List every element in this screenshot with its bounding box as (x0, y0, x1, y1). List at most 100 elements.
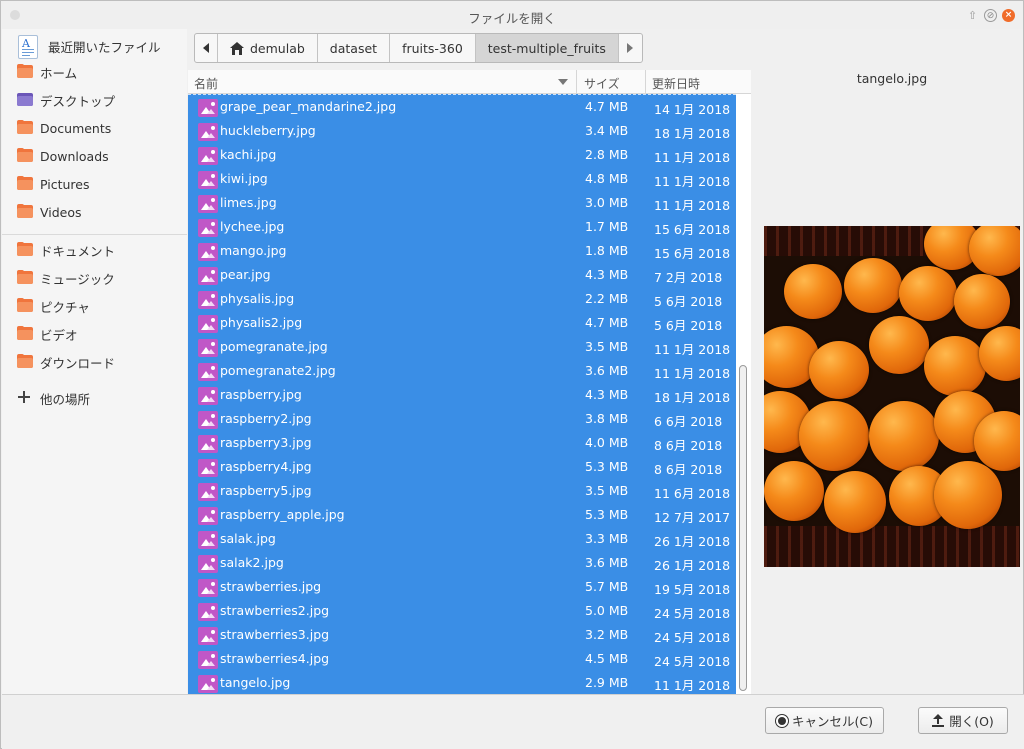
table-row[interactable]: strawberries.jpg 5.7 MB 19 5月 2018 (188, 575, 736, 599)
file-name: salak.jpg (220, 531, 276, 546)
upload-icon (932, 714, 945, 727)
file-size: 3.3 MB (585, 531, 629, 546)
sidebar-item-5[interactable]: Videos (2, 199, 187, 225)
keep-above-icon[interactable]: ⇧ (966, 9, 979, 22)
table-row[interactable]: pomegranate2.jpg 3.6 MB 11 1月 2018 (188, 359, 736, 383)
path-segment-home[interactable]: demulab (218, 34, 318, 62)
table-row[interactable]: limes.jpg 3.0 MB 11 1月 2018 (188, 191, 736, 215)
table-row[interactable]: mango.jpg 1.8 MB 15 6月 2018 (188, 239, 736, 263)
file-size: 1.8 MB (585, 243, 629, 258)
folder-icon (17, 148, 33, 162)
sidebar-item-3[interactable]: Downloads (2, 143, 187, 169)
window-title: ファイルを開く (468, 11, 556, 26)
cancel-button[interactable]: キャンセル(C) (765, 707, 884, 734)
table-row[interactable]: salak.jpg 3.3 MB 26 1月 2018 (188, 527, 736, 551)
folder-icon (17, 120, 33, 134)
table-row[interactable]: kiwi.jpg 4.8 MB 11 1月 2018 (188, 167, 736, 191)
file-size: 4.3 MB (585, 387, 629, 402)
image-file-icon (198, 675, 218, 693)
table-row[interactable]: raspberry4.jpg 5.3 MB 8 6月 2018 (188, 455, 736, 479)
file-modified: 7 2月 2018 (654, 270, 723, 285)
path-forward-button[interactable] (619, 34, 642, 62)
chevron-left-icon (203, 43, 209, 53)
sidebar-item-1[interactable]: デスクトップ (2, 87, 187, 113)
open-button[interactable]: 開く(O) (918, 707, 1008, 734)
image-file-icon (198, 363, 218, 381)
file-name: strawberries3.jpg (220, 627, 330, 642)
file-modified: 24 5月 2018 (654, 630, 731, 645)
column-modified[interactable]: 更新日時 (652, 75, 700, 92)
sidebar-item-6[interactable]: ドキュメント (2, 237, 187, 263)
sidebar-item-7[interactable]: ミュージック (2, 265, 187, 291)
sidebar-item-other-locations[interactable]: 他の場所 (2, 385, 187, 411)
path-segment-label: test-multiple_fruits (487, 40, 606, 56)
open-button-label: 開く(O) (949, 714, 994, 729)
table-row[interactable]: tangelo.jpg 2.9 MB 11 1月 2018 (188, 671, 736, 695)
table-row[interactable]: physalis.jpg 2.2 MB 5 6月 2018 (188, 287, 736, 311)
table-row[interactable]: strawberries2.jpg 5.0 MB 24 5月 2018 (188, 599, 736, 623)
table-row[interactable]: pear.jpg 4.3 MB 7 2月 2018 (188, 263, 736, 287)
path-segment-label: demulab (250, 40, 305, 56)
table-row[interactable]: raspberry_apple.jpg 5.3 MB 12 7月 2017 (188, 503, 736, 527)
sidebar-item-4[interactable]: Pictures (2, 171, 187, 197)
table-row[interactable]: physalis2.jpg 4.7 MB 5 6月 2018 (188, 311, 736, 335)
image-file-icon (198, 243, 218, 261)
file-size: 2.8 MB (585, 147, 629, 162)
file-size: 4.5 MB (585, 651, 629, 666)
sidebar-item-0[interactable]: ホーム (2, 59, 187, 85)
restore-icon[interactable]: ⊘ (984, 9, 997, 22)
image-file-icon (198, 291, 218, 309)
path-segment-fruits-360[interactable]: fruits-360 (390, 34, 476, 62)
sidebar-item-recent[interactable]: A 最近開いたファイル (2, 31, 187, 61)
table-row[interactable]: raspberry5.jpg 3.5 MB 11 6月 2018 (188, 479, 736, 503)
table-row[interactable]: strawberries3.jpg 3.2 MB 24 5月 2018 (188, 623, 736, 647)
column-size[interactable]: サイズ (584, 75, 620, 92)
file-modified: 15 6月 2018 (654, 246, 731, 261)
column-name[interactable]: 名前 (194, 75, 218, 92)
file-modified: 18 1月 2018 (654, 126, 731, 141)
file-size: 3.0 MB (585, 195, 629, 210)
table-row[interactable]: raspberry2.jpg 3.8 MB 6 6月 2018 (188, 407, 736, 431)
image-file-icon (198, 123, 218, 141)
table-row[interactable]: pomegranate.jpg 3.5 MB 11 1月 2018 (188, 335, 736, 359)
places-sidebar: A 最近開いたファイル ホームデスクトップ Documents Downloads P… (2, 29, 187, 694)
file-name: raspberry2.jpg (220, 411, 312, 426)
folder-icon (17, 242, 33, 256)
file-modified: 8 6月 2018 (654, 438, 723, 453)
path-segment-current[interactable]: test-multiple_fruits (475, 34, 619, 62)
table-row[interactable]: kachi.jpg 2.8 MB 11 1月 2018 (188, 143, 736, 167)
sidebar-item-2[interactable]: Documents (2, 115, 187, 141)
folder-icon (17, 204, 33, 218)
path-segment-dataset[interactable]: dataset (318, 34, 391, 62)
close-icon[interactable]: × (1002, 9, 1015, 22)
table-row[interactable]: raspberry.jpg 4.3 MB 18 1月 2018 (188, 383, 736, 407)
file-name: raspberry4.jpg (220, 459, 312, 474)
image-file-icon (198, 531, 218, 549)
sidebar-item-8[interactable]: ピクチャ (2, 293, 187, 319)
path-back-button[interactable] (195, 34, 218, 62)
image-file-icon (198, 651, 218, 669)
table-row[interactable]: strawberries4.jpg 4.5 MB 24 5月 2018 (188, 647, 736, 671)
file-modified: 26 1月 2018 (654, 558, 731, 573)
table-row[interactable]: raspberry3.jpg 4.0 MB 8 6月 2018 (188, 431, 736, 455)
file-modified: 5 6月 2018 (654, 318, 723, 333)
table-row[interactable]: lychee.jpg 1.7 MB 15 6月 2018 (188, 215, 736, 239)
table-row[interactable]: huckleberry.jpg 3.4 MB 18 1月 2018 (188, 119, 736, 143)
file-size: 5.3 MB (585, 459, 629, 474)
sidebar-item-label: ホーム (40, 65, 78, 81)
folder-icon (17, 176, 33, 190)
image-file-icon (198, 171, 218, 189)
file-modified: 24 5月 2018 (654, 606, 731, 621)
sidebar-item-10[interactable]: ダウンロード (2, 349, 187, 375)
table-row[interactable]: salak2.jpg 3.6 MB 26 1月 2018 (188, 551, 736, 575)
table-row[interactable]: grape_pear_mandarine2.jpg 4.7 MB 14 1月 201… (188, 95, 736, 119)
image-file-icon (198, 147, 218, 165)
sidebar-item-label: Downloads (40, 148, 109, 164)
image-file-icon (198, 507, 218, 525)
sidebar-item-9[interactable]: ビデオ (2, 321, 187, 347)
scrollbar-thumb[interactable] (739, 365, 747, 691)
sort-descending-icon[interactable] (558, 79, 568, 85)
titlebar[interactable]: ファイルを開く ⇧ ⊘ × (1, 1, 1023, 29)
file-modified: 5 6月 2018 (654, 294, 723, 309)
file-modified: 24 5月 2018 (654, 654, 731, 669)
